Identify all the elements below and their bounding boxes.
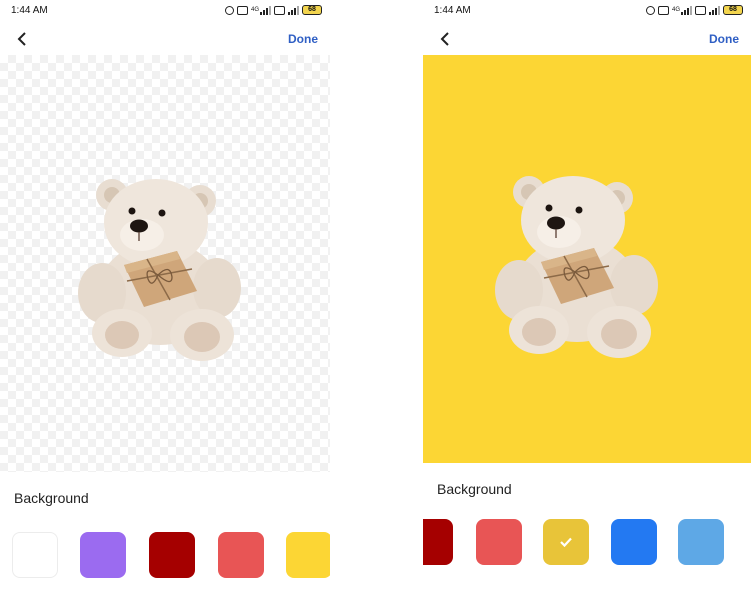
swatch-light-blue[interactable] <box>678 519 724 565</box>
back-button[interactable] <box>435 29 455 49</box>
nav-bar: Done <box>0 24 330 54</box>
signal-icon <box>709 5 720 15</box>
alarm-icon <box>645 5 655 15</box>
swatch-mustard[interactable] <box>543 519 589 565</box>
yellow-canvas <box>423 55 751 463</box>
swatch-yellow[interactable] <box>286 532 330 578</box>
alarm-icon <box>224 5 234 15</box>
status-time: 1:44 AM <box>11 4 48 16</box>
swatch-blue[interactable] <box>611 519 657 565</box>
status-bar: 1:44 AM 4G 68 <box>0 0 330 20</box>
wifi-icon <box>695 5 706 15</box>
swatch-purple[interactable] <box>80 532 126 578</box>
swatch-dark-red[interactable] <box>149 532 195 578</box>
signal-icon <box>260 5 271 15</box>
swatch-red[interactable] <box>218 532 264 578</box>
screenshot-icon <box>657 5 669 15</box>
chevron-left-icon <box>440 32 449 46</box>
panel-title: Background <box>14 490 89 506</box>
teddy-bear-image <box>489 160 664 365</box>
right-screen: 1:44 AM 4G 68 Done Background <box>423 0 751 603</box>
status-bar: 1:44 AM 4G 68 <box>423 0 751 20</box>
swatch-dark-red[interactable] <box>423 519 453 565</box>
signal-icon <box>681 5 692 15</box>
background-panel: Background <box>423 463 751 603</box>
wifi-icon <box>274 5 285 15</box>
done-button[interactable]: Done <box>288 32 318 46</box>
chevron-left-icon <box>17 32 26 46</box>
background-panel: Background <box>0 472 330 603</box>
signal-icon <box>288 5 299 15</box>
swatch-white[interactable] <box>12 532 58 578</box>
swatch-row[interactable] <box>423 519 751 565</box>
transparent-canvas <box>0 55 330 472</box>
network-label: 4G <box>671 7 680 13</box>
back-button[interactable] <box>12 29 32 49</box>
battery-icon: 68 <box>723 5 743 15</box>
checkmark-icon <box>560 537 572 548</box>
left-screen: 1:44 AM 4G 68 Done Background <box>0 0 330 603</box>
nav-bar: Done <box>423 24 751 54</box>
panel-title: Background <box>437 481 512 497</box>
done-button[interactable]: Done <box>709 32 739 46</box>
swatch-row[interactable] <box>0 532 330 578</box>
status-time: 1:44 AM <box>434 4 471 16</box>
swatch-red[interactable] <box>476 519 522 565</box>
status-icons: 4G 68 <box>224 5 322 15</box>
screenshot-icon <box>236 5 248 15</box>
battery-icon: 68 <box>302 5 322 15</box>
status-icons: 4G 68 <box>645 5 743 15</box>
teddy-bear-image <box>72 163 247 368</box>
network-label: 4G <box>250 7 259 13</box>
